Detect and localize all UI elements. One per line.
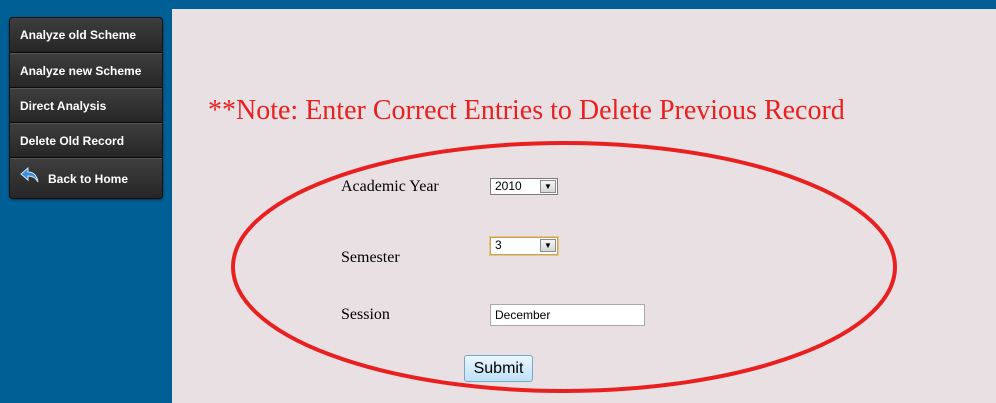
session-label: Session (341, 306, 390, 323)
academic-year-select[interactable]: 2010 ▼ (490, 178, 558, 195)
menu-item-direct-analysis[interactable]: Direct Analysis (10, 88, 162, 123)
menu-item-analyze-new-scheme[interactable]: Analyze new Scheme (10, 53, 162, 88)
academic-year-value: 2010 (495, 179, 522, 193)
menu-item-delete-old-record[interactable]: Delete Old Record (10, 123, 162, 158)
semester-select[interactable]: 3 ▼ (490, 237, 558, 255)
main-content: **Note: Enter Correct Entries to Delete … (172, 9, 996, 403)
sidebar-menu: Analyze old Scheme Analyze new Scheme Di… (9, 17, 163, 199)
back-arrow-icon (20, 160, 42, 198)
academic-year-label: Academic Year (341, 178, 439, 195)
annotation-ellipse (231, 141, 897, 393)
sidebar: Analyze old Scheme Analyze new Scheme Di… (0, 6, 170, 403)
back-to-home-label: Back to Home (48, 172, 129, 186)
session-input[interactable]: December (490, 304, 645, 326)
chevron-down-icon[interactable]: ▼ (540, 239, 556, 252)
menu-item-back-to-home[interactable]: Back to Home (10, 158, 162, 198)
semester-label: Semester (341, 249, 400, 266)
semester-value: 3 (495, 238, 502, 252)
menu-item-analyze-old-scheme[interactable]: Analyze old Scheme (10, 18, 162, 53)
submit-button[interactable]: Submit (464, 355, 533, 382)
chevron-down-icon[interactable]: ▼ (540, 180, 556, 193)
